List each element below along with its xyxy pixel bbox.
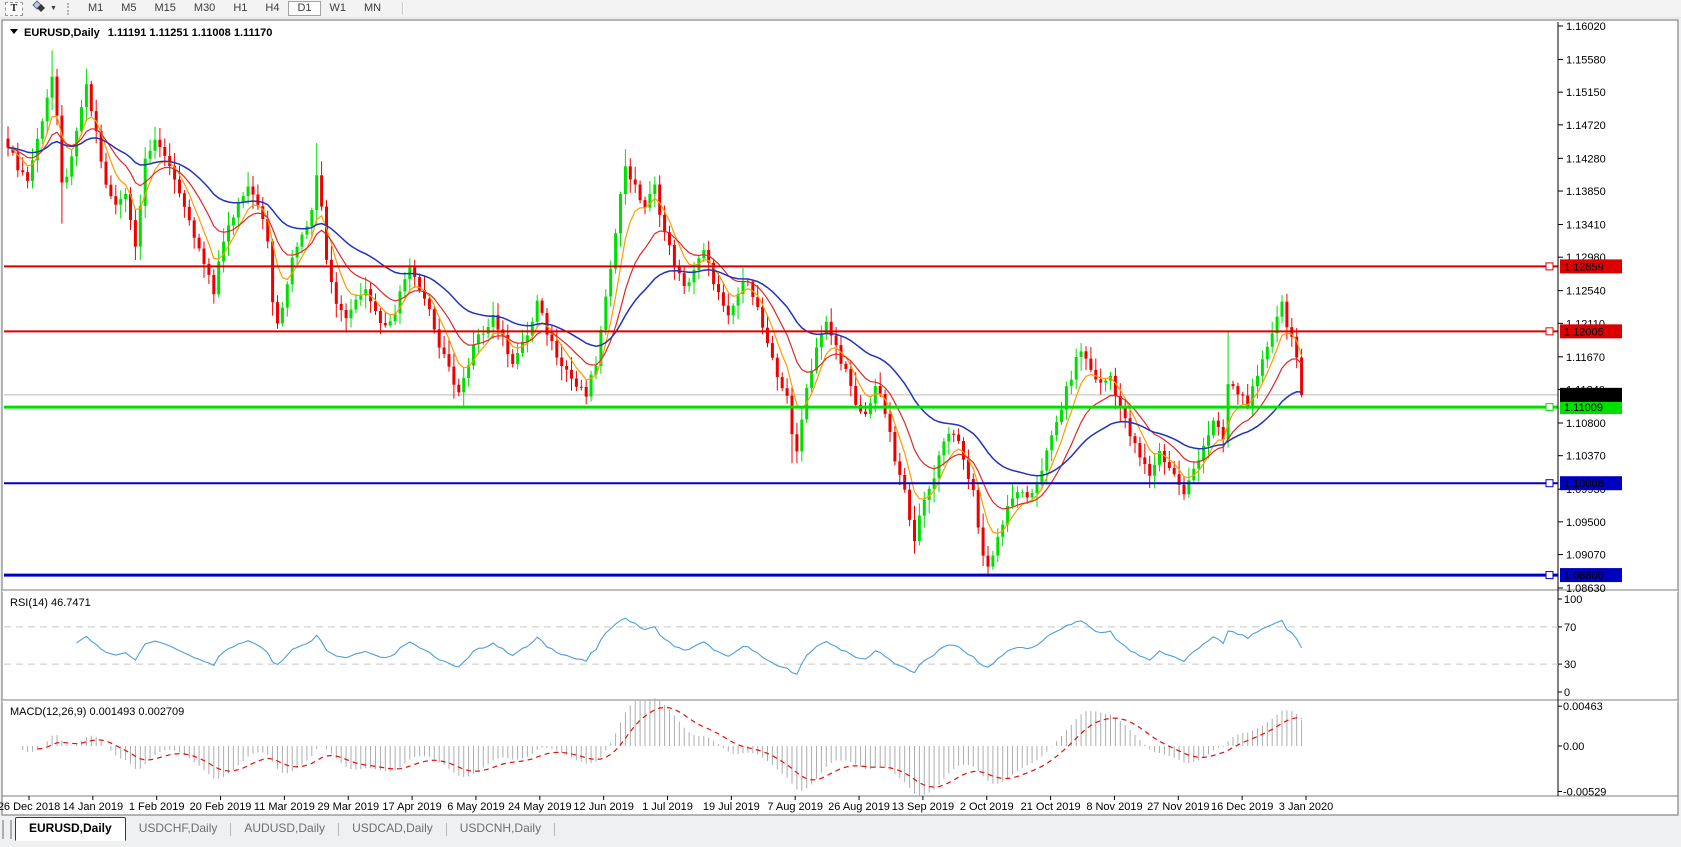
date-tick-label: 6 May 2019: [447, 801, 504, 813]
date-tick-label: 21 Oct 2019: [1021, 801, 1081, 813]
price-badge-label: 1.08800: [1564, 570, 1604, 582]
date-tick-label: 17 Apr 2019: [382, 801, 441, 813]
level-line-anchor[interactable]: [1545, 262, 1554, 271]
date-tick-label: 1 Jul 2019: [642, 801, 693, 813]
rsi-tick-label: 100: [1564, 594, 1582, 606]
date-tick-label: 19 Jul 2019: [703, 801, 760, 813]
text-tool-button[interactable]: T: [5, 1, 23, 16]
dropdown-caret-icon: ▼: [50, 5, 57, 12]
toolbar-separator: [402, 2, 404, 15]
price-tick-label: 1.14280: [1566, 153, 1606, 165]
rsi-tick-label: 0: [1564, 687, 1570, 699]
tab-divider: [554, 823, 556, 836]
chart-frame: [1, 19, 1679, 816]
timeframe-button-m30[interactable]: M30: [185, 1, 224, 16]
timeframe-button-group: M1 M5 M15 M30 H1 H4 D1 W1 MN: [79, 1, 390, 16]
drawing-tools-button[interactable]: ▼: [31, 0, 57, 18]
price-badge-label: 1.10008: [1564, 478, 1604, 490]
date-tick-label: 14 Jan 2019: [63, 801, 124, 813]
timeframe-button-d1[interactable]: D1: [288, 1, 321, 16]
tab-audusd[interactable]: AUDUSD,Daily: [231, 817, 338, 839]
timeframe-button-w1[interactable]: W1: [321, 1, 356, 16]
rsi-tick-label: 70: [1564, 622, 1576, 634]
price-tick-label: 1.16020: [1566, 21, 1606, 33]
date-tick-label: 29 Mar 2019: [317, 801, 379, 813]
price-tick-label: 1.10800: [1566, 418, 1606, 430]
price-badge-label: 1.12005: [1564, 326, 1604, 338]
price-tick-label: 1.13410: [1566, 219, 1606, 231]
price-tick-label: 1.13850: [1566, 186, 1606, 198]
level-line-anchor[interactable]: [1545, 479, 1554, 488]
diamond-arrows-icon: [31, 0, 46, 18]
level-line-anchor[interactable]: [1545, 403, 1554, 412]
date-tick-label: 24 May 2019: [508, 801, 572, 813]
price-tick-label: 1.12540: [1566, 286, 1606, 298]
date-tick-label: 1 Feb 2019: [129, 801, 185, 813]
level-line-anchor[interactable]: [1545, 571, 1554, 580]
chart-title: EURUSD,Daily 1.11191 1.11251 1.11008 1.11…: [24, 27, 272, 39]
price-tick-label: 1.09500: [1566, 517, 1606, 529]
price-tick-label: 1.14720: [1566, 120, 1606, 132]
date-tick-label: 26 Aug 2019: [828, 801, 890, 813]
date-tick-label: 13 Sep 2019: [892, 801, 954, 813]
timeframe-button-h1[interactable]: H1: [224, 1, 256, 16]
toolbar-grip[interactable]: [66, 2, 72, 15]
tab-usdcnh[interactable]: USDCNH,Daily: [447, 817, 554, 839]
tab-usdcad[interactable]: USDCAD,Daily: [339, 817, 446, 839]
timeframe-button-m15[interactable]: M15: [146, 1, 185, 16]
price-chart[interactable]: 1.16020 1.15580 1.15150 1.14720 1.14280 1.138…: [0, 19, 1681, 817]
chart-toolbar: T ▼ M1 M5 M15 M30 H1 H4 D1 W1 MN: [0, 0, 1681, 18]
date-tick-label: 12 Jun 2019: [573, 801, 634, 813]
macd-tick-label: -0.00529: [1563, 786, 1606, 798]
price-tick-label: 1.09070: [1566, 550, 1606, 562]
chart-tab-bar: EURUSD,Daily USDCHF,Daily AUDUSD,Daily USDC…: [0, 817, 1681, 847]
timeframe-button-h4[interactable]: H4: [256, 1, 288, 16]
date-tick-label: 7 Aug 2019: [767, 801, 823, 813]
macd-tick-label: 0.00463: [1563, 701, 1603, 713]
timeframe-button-mn[interactable]: MN: [355, 1, 390, 16]
rsi-tick-label: 30: [1564, 659, 1576, 671]
date-tick-label: 20 Feb 2019: [190, 801, 252, 813]
price-tick-label: 1.11670: [1566, 352, 1605, 364]
date-tick-label: 2 Oct 2019: [960, 801, 1014, 813]
timeframe-button-m1[interactable]: M1: [79, 1, 112, 16]
tab-eurusd[interactable]: EURUSD,Daily: [15, 817, 126, 841]
macd-tick-label: 0.00: [1563, 741, 1584, 753]
date-tick-label: 26 Dec 2018: [0, 801, 60, 813]
tab-scroll-grip[interactable]: [2, 820, 12, 839]
price-tick-label: 1.10370: [1566, 451, 1606, 463]
date-tick-label: 27 Nov 2019: [1147, 801, 1209, 813]
price-badge-label: 1.11009: [1564, 402, 1603, 414]
price-badge-label: 1.11170: [1564, 390, 1602, 402]
text-tool-icon: T: [10, 3, 18, 14]
level-line-anchor[interactable]: [1545, 327, 1554, 336]
tab-usdchf[interactable]: USDCHF,Daily: [126, 817, 231, 839]
date-tick-label: 8 Nov 2019: [1086, 801, 1142, 813]
chart-tabs: EURUSD,Daily USDCHF,Daily AUDUSD,Daily USDC…: [15, 817, 556, 841]
price-tick-label: 1.15580: [1566, 54, 1606, 66]
date-tick-label: 3 Jan 2020: [1279, 801, 1333, 813]
date-tick-label: 11 Mar 2019: [254, 801, 315, 813]
date-tick-label: 16 Dec 2019: [1211, 801, 1273, 813]
chart-window: 1.16020 1.15580 1.15150 1.14720 1.14280 1.138…: [0, 19, 1681, 817]
price-badge-label: 1.12859: [1564, 261, 1604, 273]
price-tick-label: 1.15150: [1566, 87, 1606, 99]
macd-indicator-label: MACD(12,26,9) 0.001493 0.002709: [10, 706, 184, 718]
rsi-indicator-label: RSI(14) 46.7471: [10, 597, 91, 609]
timeframe-button-m5[interactable]: M5: [112, 1, 145, 16]
